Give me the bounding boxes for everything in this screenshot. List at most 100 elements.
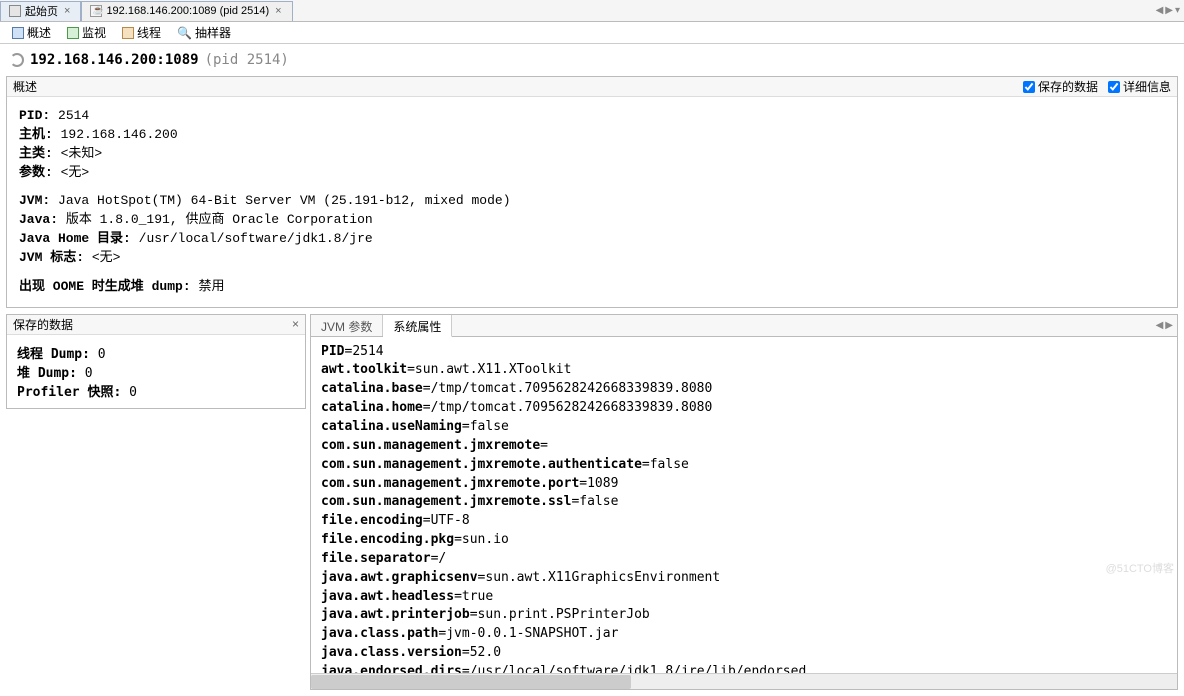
- saved-data-checkbox-input[interactable]: [1023, 81, 1035, 93]
- checkbox-label: 保存的数据: [1038, 78, 1098, 95]
- property-key: catalina.base: [321, 381, 423, 396]
- property-value: /: [438, 551, 446, 566]
- property-key: java.awt.printerjob: [321, 607, 470, 622]
- details-panel: JVM 参数 系统属性 ◀ ▶ PID=2514awt.toolkit=sun.…: [310, 314, 1178, 690]
- property-row: com.sun.management.jmxremote.ssl=false: [321, 493, 1167, 512]
- inner-tab-bar: JVM 参数 系统属性 ◀ ▶: [311, 315, 1177, 337]
- detail-checkbox[interactable]: 详细信息: [1108, 78, 1171, 95]
- profiler-snapshot-value: 0: [129, 385, 137, 400]
- property-key: com.sun.management.jmxremote.port: [321, 476, 579, 491]
- subtab-label: 抽样器: [195, 24, 231, 41]
- java-label: Java:: [19, 212, 58, 227]
- overview-title: 概述: [13, 78, 37, 95]
- property-key: java.awt.headless: [321, 589, 454, 604]
- tab-label: 192.168.146.200:1089 (pid 2514): [106, 5, 269, 17]
- java-value: 版本 1.8.0_191, 供应商 Oracle Corporation: [66, 212, 373, 227]
- menu-down-icon[interactable]: ▾: [1175, 5, 1180, 16]
- property-row: file.encoding.pkg=sun.io: [321, 531, 1167, 550]
- heap-dump-label: 堆 Dump:: [17, 366, 77, 381]
- chevron-right-icon[interactable]: ▶: [1165, 320, 1173, 331]
- property-key: java.class.version: [321, 645, 462, 660]
- property-value: /usr/local/software/jdk1.8/jre/lib/endor…: [470, 664, 807, 673]
- host-value: 192.168.146.200: [61, 127, 178, 142]
- close-icon[interactable]: ×: [273, 5, 283, 17]
- home-label: Java Home 目录:: [19, 231, 131, 246]
- inner-tab-jvm-args[interactable]: JVM 参数: [311, 315, 383, 336]
- box-icon: [9, 5, 21, 17]
- property-row: catalina.base=/tmp/tomcat.70956282426683…: [321, 380, 1167, 399]
- property-row: catalina.useNaming=false: [321, 418, 1167, 437]
- property-key: com.sun.management.jmxremote: [321, 438, 540, 453]
- system-props-list[interactable]: PID=2514awt.toolkit=sun.awt.X11.XToolkit…: [311, 337, 1177, 673]
- scrollbar-thumb[interactable]: [311, 675, 631, 689]
- property-key: com.sun.management.jmxremote.authenticat…: [321, 457, 642, 472]
- reload-icon[interactable]: [10, 53, 24, 67]
- property-row: com.sun.management.jmxremote=: [321, 437, 1167, 456]
- property-row: file.separator=/: [321, 550, 1167, 569]
- close-icon[interactable]: ×: [292, 317, 299, 331]
- saved-data-title: 保存的数据: [13, 316, 73, 333]
- page-header: 192.168.146.200:1089 (pid 2514): [0, 44, 1184, 76]
- property-key: catalina.home: [321, 400, 423, 415]
- property-key: java.class.path: [321, 626, 438, 641]
- oome-label: 出现 OOME 时生成堆 dump:: [19, 279, 191, 294]
- top-tab-host[interactable]: 192.168.146.200:1089 (pid 2514) ×: [81, 1, 292, 21]
- property-row: PID=2514: [321, 343, 1167, 362]
- oome-value: 禁用: [198, 279, 224, 294]
- property-row: com.sun.management.jmxremote.port=1089: [321, 475, 1167, 494]
- java-icon: [90, 5, 102, 17]
- property-value: false: [650, 457, 689, 472]
- property-row: java.endorsed.dirs=/usr/local/software/j…: [321, 663, 1167, 673]
- class-value: <未知>: [61, 146, 103, 161]
- thread-dump-label: 线程 Dump:: [17, 347, 90, 362]
- class-label: 主类:: [19, 146, 53, 161]
- subtab-monitor[interactable]: 监视: [61, 22, 112, 43]
- page-title: 192.168.146.200:1089: [30, 52, 199, 68]
- jvm-label: JVM:: [19, 193, 50, 208]
- property-row: catalina.home=/tmp/tomcat.70956282426683…: [321, 399, 1167, 418]
- detail-checkbox-input[interactable]: [1108, 81, 1120, 93]
- args-label: 参数:: [19, 165, 53, 180]
- thread-dump-value: 0: [98, 347, 106, 362]
- inner-tab-sys-props[interactable]: 系统属性: [383, 315, 452, 337]
- chevron-left-icon[interactable]: ◀: [1156, 320, 1164, 331]
- property-value: 2514: [352, 344, 383, 359]
- property-value: /tmp/tomcat.7095628242668339839.8080: [431, 381, 713, 396]
- profiler-snapshot-label: Profiler 快照:: [17, 385, 121, 400]
- property-key: file.encoding.pkg: [321, 532, 454, 547]
- subtab-threads[interactable]: 线程: [116, 22, 167, 43]
- property-row: java.awt.graphicsenv=sun.awt.X11Graphics…: [321, 569, 1167, 588]
- top-tab-home[interactable]: 起始页 ×: [0, 1, 81, 21]
- overview-section: 概述 保存的数据 详细信息 PID: 2514 主机: 192.168.146.…: [6, 76, 1178, 308]
- horizontal-scrollbar[interactable]: [311, 673, 1177, 689]
- subtab-label: 概述: [27, 24, 51, 41]
- sub-tab-bar: 概述 监视 线程 🔍 抽样器: [0, 22, 1184, 44]
- subtab-overview[interactable]: 概述: [6, 22, 57, 43]
- chevron-right-icon[interactable]: ▶: [1165, 5, 1173, 16]
- property-value: sun.awt.X11.XToolkit: [415, 362, 572, 377]
- overview-icon: [12, 27, 24, 39]
- property-value: false: [470, 419, 509, 434]
- property-key: PID: [321, 344, 344, 359]
- property-row: java.awt.printerjob=sun.print.PSPrinterJ…: [321, 606, 1167, 625]
- close-icon[interactable]: ×: [62, 5, 72, 17]
- tab-label: 起始页: [25, 3, 58, 19]
- pid-label: PID:: [19, 108, 50, 123]
- chevron-left-icon[interactable]: ◀: [1156, 5, 1164, 16]
- property-value: sun.print.PSPrinterJob: [478, 607, 650, 622]
- property-row: com.sun.management.jmxremote.authenticat…: [321, 456, 1167, 475]
- property-key: java.endorsed.dirs: [321, 664, 462, 673]
- property-row: java.awt.headless=true: [321, 588, 1167, 607]
- property-value: jvm-0.0.1-SNAPSHOT.jar: [446, 626, 618, 641]
- flags-label: JVM 标志:: [19, 250, 84, 265]
- overview-body: PID: 2514 主机: 192.168.146.200 主类: <未知> 参…: [7, 97, 1177, 307]
- saved-data-checkbox[interactable]: 保存的数据: [1023, 78, 1098, 95]
- heap-dump-value: 0: [85, 366, 93, 381]
- property-key: file.separator: [321, 551, 431, 566]
- monitor-icon: [67, 27, 79, 39]
- subtab-label: 监视: [82, 24, 106, 41]
- home-value: /usr/local/software/jdk1.8/jre: [139, 231, 373, 246]
- subtab-sampler[interactable]: 🔍 抽样器: [171, 22, 237, 43]
- property-row: java.class.version=52.0: [321, 644, 1167, 663]
- property-row: awt.toolkit=sun.awt.X11.XToolkit: [321, 361, 1167, 380]
